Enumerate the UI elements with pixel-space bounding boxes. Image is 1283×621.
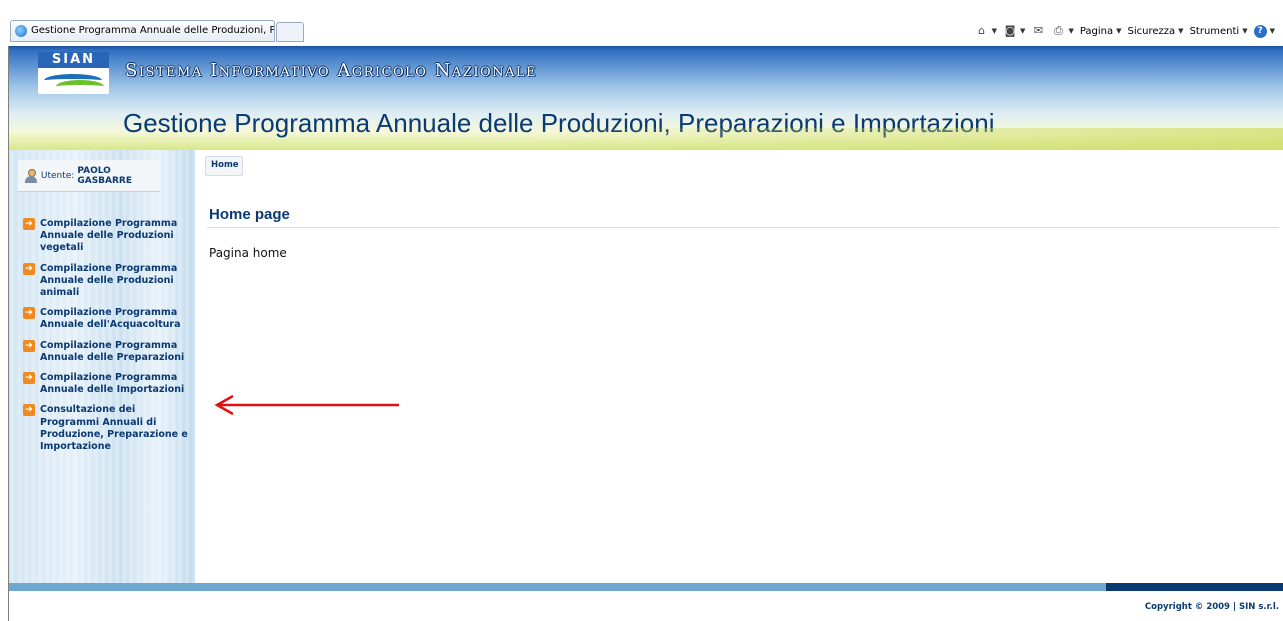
strumenti-label: Strumenti bbox=[1189, 25, 1240, 37]
sidebar-item-importazioni[interactable]: ➔ Compilazione Programma Annuale delle I… bbox=[23, 372, 195, 396]
pagina-menu[interactable]: Pagina ▼ bbox=[1080, 26, 1122, 37]
arrow-right-icon: ➔ bbox=[23, 339, 35, 352]
chevron-down-icon: ▼ bbox=[1068, 27, 1074, 35]
mail-icon: ✉ bbox=[1033, 24, 1044, 37]
help-icon: ? bbox=[1253, 24, 1267, 38]
ie-icon bbox=[15, 25, 27, 37]
print-button[interactable]: ⎙ ▼ bbox=[1051, 24, 1074, 38]
browser-tab[interactable]: Gestione Programma Annuale delle Produzi… bbox=[10, 20, 275, 42]
chevron-down-icon: ▼ bbox=[1178, 27, 1184, 35]
chevron-down-icon: ▼ bbox=[1242, 27, 1248, 35]
title-divider bbox=[207, 227, 1279, 228]
arrow-right-icon: ➔ bbox=[23, 404, 35, 417]
new-tab-button[interactable] bbox=[276, 22, 304, 42]
rss-icon: ◙ bbox=[1004, 24, 1016, 37]
sidebar-item-produzioni-animali[interactable]: ➔ Compilazione Programma Annuale delle P… bbox=[23, 262, 195, 300]
copyright: Copyright © 2009 | SIN s.r.l. bbox=[1144, 602, 1279, 612]
footer-bar-accent bbox=[1106, 583, 1283, 591]
sidebar-item-label: Compilazione Programma Annuale delle Imp… bbox=[40, 372, 185, 396]
pagina-label: Pagina bbox=[1079, 25, 1114, 37]
sidebar-item-label: Compilazione Programma Annuale delle Pro… bbox=[40, 262, 178, 299]
browser-toolbar: Gestione Programma Annuale delle Produzi… bbox=[0, 0, 1283, 46]
help-menu[interactable]: ? ▼ bbox=[1253, 24, 1275, 38]
user-box: Utente: PAOLO GASBARRE bbox=[18, 160, 160, 192]
sidebar: Utente: PAOLO GASBARRE ➔ Compilazione Pr… bbox=[9, 150, 195, 583]
logo-wave-green bbox=[56, 80, 104, 93]
home-button[interactable]: ⌂ ▼ bbox=[975, 24, 997, 38]
strumenti-menu[interactable]: Strumenti ▼ bbox=[1190, 26, 1248, 37]
logo-text: SIAN bbox=[38, 52, 109, 68]
page-body-text: Pagina home bbox=[209, 246, 287, 260]
user-name: PAOLO GASBARRE bbox=[77, 165, 133, 186]
sidebar-item-acquacoltura[interactable]: ➔ Compilazione Programma Annuale dell'Ac… bbox=[23, 307, 195, 331]
sidebar-item-preparazioni[interactable]: ➔ Compilazione Programma Annuale delle P… bbox=[23, 339, 195, 364]
sidebar-item-label: Compilazione Programma Annuale delle Pro… bbox=[40, 218, 178, 254]
sian-logo[interactable]: SIAN bbox=[38, 52, 109, 94]
page-title: Home page bbox=[209, 206, 290, 223]
footer-bar bbox=[9, 583, 1283, 591]
mail-button[interactable]: ✉ bbox=[1031, 24, 1045, 38]
arrow-right-icon: ➔ bbox=[23, 372, 35, 385]
command-bar: ⌂ ▼ ◙ ▼ ✉ ⎙ ▼ Pagina ▼ Sicurezza ▼ Strumenti ▼… bbox=[975, 20, 1275, 42]
system-title: Sistema Informativo Agricolo Nazionale bbox=[125, 60, 538, 81]
sidebar-item-label: Compilazione Programma Annuale dell'Acqu… bbox=[40, 307, 181, 331]
sicurezza-menu[interactable]: Sicurezza ▼ bbox=[1128, 26, 1184, 37]
sidebar-item-label: Consultazione dei Programmi Annuali di P… bbox=[40, 404, 188, 453]
arrow-right-icon: ➔ bbox=[23, 307, 35, 320]
user-label: Utente: bbox=[40, 170, 75, 181]
chevron-down-icon: ▼ bbox=[1020, 27, 1026, 35]
arrow-right-icon: ➔ bbox=[23, 262, 35, 275]
feeds-button[interactable]: ◙ ▼ bbox=[1003, 24, 1026, 38]
sidebar-menu: ➔ Compilazione Programma Annuale delle P… bbox=[23, 218, 195, 461]
sidebar-item-label: Compilazione Programma Annuale delle Pre… bbox=[40, 339, 185, 363]
home-icon: ⌂ bbox=[978, 24, 986, 37]
annotation-arrow-icon bbox=[214, 394, 399, 416]
chevron-down-icon: ▼ bbox=[991, 27, 998, 35]
browser-tab-title: Gestione Programma Annuale delle Produzi… bbox=[31, 25, 275, 36]
sicurezza-label: Sicurezza bbox=[1127, 25, 1176, 37]
user-icon bbox=[25, 168, 37, 183]
site-header: SIAN Sistema Informativo Agricolo Nazion… bbox=[9, 46, 1283, 150]
sidebar-item-produzioni-vegetali[interactable]: ➔ Compilazione Programma Annuale delle P… bbox=[23, 218, 195, 255]
app-title: Gestione Programma Annuale delle Produzi… bbox=[123, 108, 995, 138]
sidebar-item-consultazione[interactable]: ➔ Consultazione dei Programmi Annuali di… bbox=[23, 404, 195, 453]
chevron-down-icon: ▼ bbox=[1269, 27, 1275, 35]
chevron-down-icon: ▼ bbox=[1116, 27, 1122, 35]
print-icon: ⎙ bbox=[1054, 24, 1063, 37]
breadcrumb-home[interactable]: Home bbox=[205, 156, 243, 176]
arrow-right-icon: ➔ bbox=[23, 218, 35, 230]
